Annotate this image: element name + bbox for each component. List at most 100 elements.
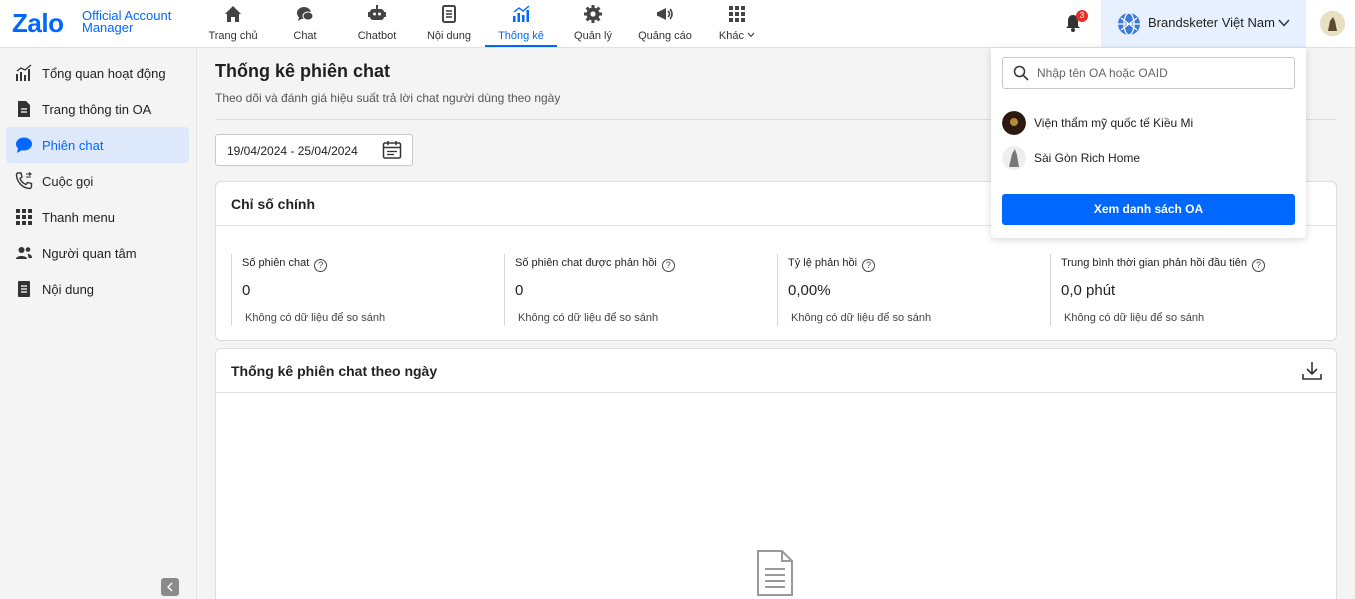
nav-item-ads[interactable]: Quảng cáo	[636, 0, 694, 47]
metric-name: Số phiên chat?	[242, 257, 328, 272]
megaphone-icon	[657, 8, 673, 20]
nav-label: Trang chủ	[208, 30, 258, 42]
sidebar-item-calls[interactable]: Cuộc gọi	[6, 163, 189, 199]
zalo-oa-manager-logo[interactable]: Zalo Official Account Manager	[12, 8, 182, 40]
help-icon[interactable]: ?	[314, 259, 328, 272]
metric-separator	[231, 254, 232, 326]
logo-wordmark: Zalo	[12, 8, 64, 38]
metric-separator	[777, 254, 778, 326]
metric-comparison: Không có dữ liệu để so sánh	[518, 312, 659, 324]
nav-label: Chat	[293, 30, 317, 42]
home-icon	[225, 6, 241, 22]
metric-comparison: Không có dữ liệu để so sánh	[245, 312, 386, 324]
metric-value: 0	[242, 282, 251, 299]
nav-label: Quảng cáo	[638, 30, 692, 42]
metric-separator	[1050, 254, 1051, 326]
search-icon	[1013, 65, 1029, 81]
metric-reply-rate: Tỷ lệ phản hồi? 0,00% Không có dữ liệu đ…	[777, 254, 1047, 326]
sidebar: Tổng quan hoạt động Trang thông tin OA P…	[0, 48, 197, 599]
account-name: Brandsketer Việt Nam	[1148, 15, 1275, 30]
metric-comparison: Không có dữ liệu để so sánh	[1064, 312, 1205, 324]
info-page-icon	[18, 101, 30, 117]
stats-icon	[16, 64, 32, 81]
metric-value: 0,0 phút	[1061, 282, 1116, 299]
card-divider	[216, 392, 1336, 393]
page-title: Thống kê phiên chat	[215, 61, 391, 81]
sidebar-collapse-button[interactable]	[161, 578, 179, 596]
oa-switcher-dropdown: Viện thẩm mỹ quốc tế Kiều Mi Sài Gòn Ric…	[991, 48, 1306, 238]
sidebar-item-label: Phiên chat	[42, 138, 104, 153]
sidebar-item-label: Trang thông tin OA	[42, 102, 152, 117]
nav-label: Khác	[714, 30, 760, 42]
document-icon	[18, 281, 30, 297]
empty-document-icon	[757, 550, 793, 596]
nav-item-home[interactable]: Trang chủ	[205, 0, 261, 47]
card-title: Thống kê phiên chat theo ngày	[231, 363, 438, 379]
nav-label: Chatbot	[357, 30, 397, 42]
sidebar-item-oa-info-page[interactable]: Trang thông tin OA	[6, 91, 189, 127]
logo-subtitle: Official Account Manager	[82, 8, 172, 35]
help-icon[interactable]: ?	[1252, 259, 1265, 272]
nav-item-chatbot[interactable]: Chatbot	[352, 0, 402, 47]
oa-avatar	[1002, 146, 1026, 170]
metric-separator	[504, 254, 505, 326]
help-icon[interactable]: ?	[862, 259, 876, 272]
chevron-down-icon	[1278, 19, 1290, 27]
metric-avg-first-reply-time: Trung bình thời gian phản hồi đầu tiên? …	[1050, 254, 1320, 326]
phone-icon	[15, 172, 33, 190]
sidebar-item-label: Cuộc gọi	[42, 174, 94, 189]
metric-value: 0	[515, 282, 524, 299]
nav-item-content[interactable]: Nội dung	[421, 0, 477, 47]
sidebar-item-label: Tổng quan hoạt động	[42, 66, 166, 81]
user-avatar[interactable]	[1320, 11, 1345, 36]
metric-name: Số phiên chat được phản hồi?	[515, 257, 675, 272]
daily-chat-stats-card: Thống kê phiên chat theo ngày	[215, 348, 1337, 599]
sidebar-item-label: Thanh menu	[42, 210, 115, 225]
nav-item-chat[interactable]: Chat	[285, 0, 325, 47]
grid-icon	[729, 6, 745, 22]
view-oa-list-button[interactable]: Xem danh sách OA	[1002, 194, 1295, 225]
sidebar-item-chat-sessions[interactable]: Phiên chat	[6, 127, 189, 163]
help-icon[interactable]: ?	[661, 259, 675, 272]
nav-item-statistics[interactable]: Thống kê	[485, 0, 557, 47]
calendar-icon	[382, 141, 402, 159]
account-switcher-button[interactable]: Brandsketer Việt Nam	[1101, 0, 1306, 47]
sidebar-item-content[interactable]: Nội dung	[6, 271, 189, 307]
robot-icon	[368, 5, 386, 20]
oa-list-item[interactable]: Sài Gòn Rich Home	[1002, 146, 1295, 172]
document-list-icon	[442, 5, 456, 23]
metric-chat-sessions: Số phiên chat? 0 Không có dữ liệu để so …	[231, 254, 501, 326]
oa-list-item[interactable]: Viện thẩm mỹ quốc tế Kiều Mi	[1002, 111, 1295, 137]
users-icon	[16, 247, 32, 259]
sidebar-item-menu-bar[interactable]: Thanh menu	[6, 199, 189, 235]
nav-item-manage[interactable]: Quản lý	[570, 0, 616, 47]
gear-icon	[584, 5, 602, 23]
oa-name: Viện thẩm mỹ quốc tế Kiều Mi	[1034, 116, 1194, 130]
nav-label: Quản lý	[574, 30, 612, 42]
sidebar-item-label: Người quan tâm	[42, 246, 137, 261]
notification-badge: 3	[1076, 10, 1088, 22]
oa-avatar	[1002, 111, 1026, 135]
sidebar-item-followers[interactable]: Người quan tâm	[6, 235, 189, 271]
metric-name: Tỷ lệ phản hồi?	[788, 257, 876, 272]
bar-chart-icon	[513, 5, 530, 22]
grid-icon	[16, 209, 32, 225]
nav-item-more[interactable]: Khác	[714, 0, 760, 47]
oa-name: Sài Gòn Rich Home	[1034, 151, 1141, 165]
sidebar-item-activity-overview[interactable]: Tổng quan hoạt động	[6, 55, 189, 91]
top-navigation-bar: Zalo Official Account Manager Trang chủ C…	[0, 0, 1355, 48]
date-range-picker[interactable]: 19/04/2024 - 25/04/2024	[215, 134, 413, 166]
chat-icon	[16, 137, 32, 153]
page-subtitle: Theo dõi và đánh giá hiệu suất trả lời c…	[215, 91, 561, 105]
metric-name: Trung bình thời gian phản hồi đầu tiên?	[1061, 257, 1265, 272]
chevron-left-icon	[167, 582, 173, 592]
nav-label: Thống kê	[498, 30, 544, 42]
chevron-down-icon	[747, 32, 755, 38]
oa-search-input[interactable]	[1037, 64, 1277, 82]
sidebar-item-label: Nội dung	[42, 282, 95, 297]
oa-search-box[interactable]	[1002, 57, 1295, 89]
metric-comparison: Không có dữ liệu để so sánh	[791, 312, 932, 324]
download-icon[interactable]	[1301, 360, 1323, 382]
nav-label: Nội dung	[426, 30, 472, 42]
metric-replied-sessions: Số phiên chat được phản hồi? 0 Không có …	[504, 254, 774, 326]
